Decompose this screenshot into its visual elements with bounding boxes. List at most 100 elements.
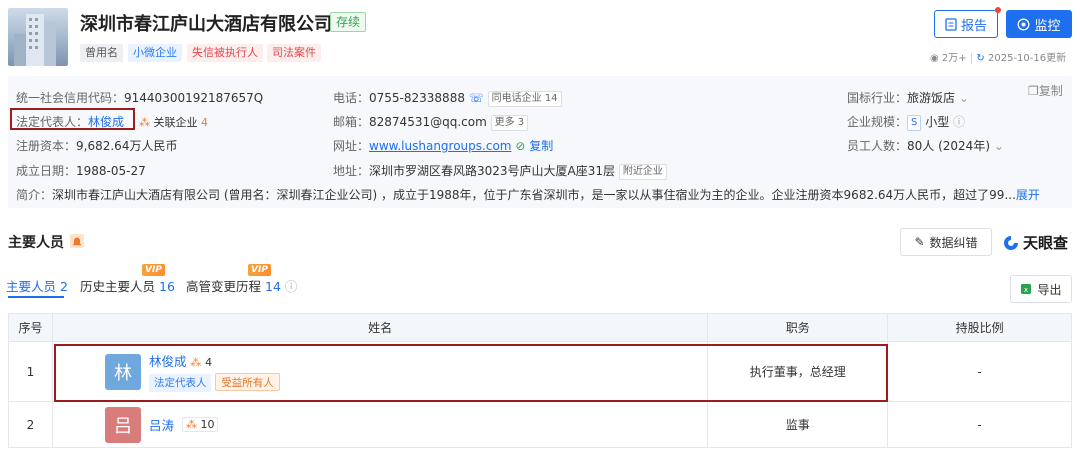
related-count: 4	[201, 116, 208, 129]
legal-rep-link[interactable]: 林俊成	[88, 115, 124, 129]
founded-label: 成立日期：	[16, 164, 77, 178]
website-copy[interactable]: 复制	[529, 139, 553, 153]
more-email-chip[interactable]: 更多 3	[490, 114, 529, 131]
col-header-name: 姓名	[51, 313, 709, 342]
tag-small-business[interactable]: 小微企业	[128, 44, 182, 62]
scale-value: 小型	[925, 115, 950, 129]
capital-value: 9,682.64万人民币	[76, 139, 178, 153]
help-icon[interactable]: ⓘ	[285, 279, 298, 294]
position-cell: 监事	[707, 401, 889, 448]
website-link[interactable]: www.lushangroups.com	[369, 139, 511, 153]
data-correction-label: 数据纠错	[929, 235, 978, 250]
address-value: 深圳市罗湖区春风路3023号庐山大厦A座31层	[369, 164, 616, 178]
vip-badge: VIP	[142, 264, 165, 276]
excel-icon: x	[1021, 284, 1032, 294]
scale-badge: S	[907, 114, 922, 131]
tab-count: 16	[159, 279, 175, 294]
tab-count: 14	[265, 279, 281, 294]
person-name-link[interactable]: 吕涛	[149, 415, 174, 434]
report-button[interactable]: 报告	[934, 10, 998, 38]
tag-dishonest[interactable]: 失信被执行人	[187, 44, 263, 62]
export-label: 导出	[1037, 282, 1062, 297]
capital-row: 注册资本：9,682.64万人民币	[16, 137, 177, 154]
monitor-eye-icon	[1018, 18, 1030, 30]
tab-label: 主要人员	[6, 279, 57, 294]
chevron-down-icon[interactable]: ⌄	[959, 91, 969, 105]
help-icon[interactable]: ⓘ	[953, 115, 965, 129]
tab-executive-changes[interactable]: 高管变更历程 14 ⓘ	[186, 276, 297, 295]
legal-rep-label: 法定代表人：	[16, 115, 89, 129]
website-label: 网址：	[333, 139, 370, 153]
related-companies[interactable]: ⁂ 关联企业 4	[139, 114, 208, 130]
copy-label: 复制	[1038, 84, 1063, 98]
copy-info-button[interactable]: ❐复制	[1028, 82, 1063, 99]
avatar[interactable]: 吕	[104, 406, 141, 443]
monitor-button[interactable]: 监控	[1006, 10, 1072, 38]
intro-row: 简介：深圳市春江庐山大酒店有限公司 (曾用名：深圳春江企业公司) ，成立于198…	[16, 186, 1066, 203]
table-row: 2 吕 吕涛 ⁂ 10 监事 -	[8, 401, 1072, 448]
expand-link[interactable]: 展开	[1016, 188, 1040, 202]
refresh-icon: ↻	[976, 53, 985, 64]
staff-value: 80人 (2024年)	[907, 139, 991, 153]
status-badge: 存续	[330, 12, 367, 32]
address-label: 地址：	[333, 164, 370, 178]
name-cell: 吕 吕涛 ⁂ 10	[51, 401, 709, 448]
link-count-chip[interactable]: ⁂ 10	[181, 417, 219, 432]
legal-rep-row: 法定代表人：林俊成	[16, 113, 124, 130]
industry-row: 国标行业：旅游饭店 ⌄	[847, 89, 969, 106]
tag-former-name[interactable]: 曾用名	[80, 44, 123, 62]
industry-value: 旅游饭店	[907, 91, 956, 105]
scale-label: 企业规模：	[847, 115, 908, 129]
brand-icon	[1004, 235, 1018, 250]
col-header-index: 序号	[8, 313, 53, 342]
export-button[interactable]: x 导出	[1010, 275, 1072, 303]
notification-dot	[995, 7, 1001, 13]
email-value: 82874531@qq.com	[369, 115, 487, 129]
email-label: 邮箱：	[333, 115, 370, 129]
tab-label: 高管变更历程	[186, 279, 262, 294]
founded-row: 成立日期：1988-05-27	[16, 162, 146, 179]
brand-logo: 天眼查	[1002, 232, 1068, 253]
share-cell: -	[887, 401, 1072, 448]
related-icon: ⁂	[139, 116, 150, 129]
website-row: 网址：www.lushangroups.com ⊘ 复制	[333, 137, 553, 154]
eye-icon: ◉	[930, 53, 939, 64]
svg-text:x: x	[1024, 286, 1028, 294]
report-label: 报告	[960, 18, 987, 34]
industry-label: 国标行业：	[847, 91, 908, 105]
bell-icon[interactable]	[70, 234, 84, 248]
address-row: 地址：深圳市罗湖区春风路3023号庐山大厦A座31层 附近企业	[333, 162, 667, 180]
credit-code-row: 统一社会信用代码：91440300192187657Q	[16, 89, 263, 106]
person-highlight-frame	[54, 344, 888, 402]
credit-code-value: 91440300192187657Q	[124, 91, 264, 105]
row-index: 1	[8, 341, 53, 402]
view-count: 2万+	[941, 53, 967, 64]
tab-label: 历史主要人员	[80, 279, 156, 294]
document-icon	[945, 17, 957, 31]
intro-label: 简介：	[16, 188, 53, 202]
chevron-down-icon[interactable]: ⌄	[994, 139, 1004, 153]
scale-row: 企业规模： S 小型 ⓘ	[847, 113, 965, 131]
tab-history-personnel[interactable]: 历史主要人员 16	[80, 276, 175, 295]
row-index: 2	[8, 401, 53, 448]
link-count: 10	[200, 418, 215, 431]
data-correction-button[interactable]: ✎ 数据纠错	[900, 228, 992, 256]
phone-icon[interactable]: ☏	[469, 91, 484, 105]
col-header-position: 职务	[707, 313, 889, 342]
section-title: 主要人员	[8, 235, 64, 251]
page-meta: ◉ 2万+ | ↻ 2025-10-16更新	[930, 53, 1067, 64]
tab-count: 2	[60, 279, 68, 294]
intro-text: 深圳市春江庐山大酒店有限公司 (曾用名：深圳春江企业公司) ，成立于1988年，…	[52, 188, 1016, 202]
founded-value: 1988-05-27	[76, 164, 146, 178]
verified-icon: ⊘	[515, 139, 526, 153]
brand-name: 天眼查	[1023, 234, 1069, 252]
tag-judicial[interactable]: 司法案件	[267, 44, 321, 62]
tab-key-personnel[interactable]: 主要人员 2	[6, 276, 68, 295]
same-phone-chip[interactable]: 同电话企业 14	[487, 90, 562, 107]
phone-label: 电话：	[333, 91, 370, 105]
company-logo	[8, 8, 68, 66]
table-header-row: 序号 姓名 职务 持股比例	[8, 313, 1072, 342]
nearby-chip[interactable]: 附近企业	[618, 163, 667, 180]
edit-icon: ✎	[914, 235, 925, 249]
link-icon: ⁂	[185, 418, 197, 431]
